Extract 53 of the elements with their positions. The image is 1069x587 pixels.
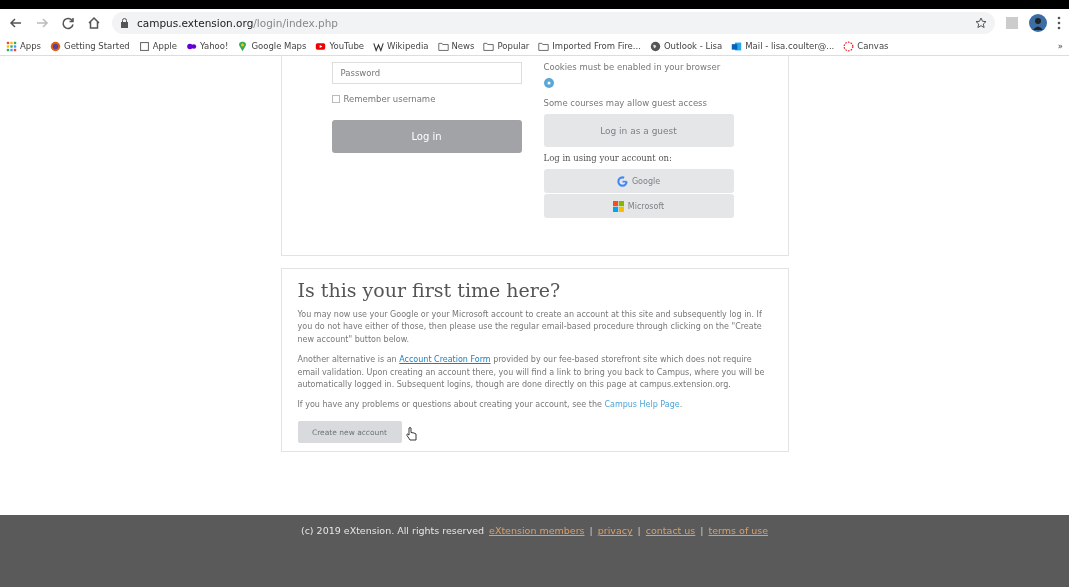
paragraph: You may now use your Google or your Microsoft account to create an account at this site and subsequently log in. If you do not have either of those, then please use the regular email-based procedure through clicking on the "Create new account" button below. — [297, 309, 763, 346]
bookmark-link[interactable]: Apps — [20, 41, 42, 51]
password-field[interactable]: Password — [331, 62, 522, 84]
bookmark-link[interactable]: News — [451, 41, 475, 51]
remember-label: Remember username — [343, 94, 436, 104]
four-squares-icon — [612, 200, 624, 212]
bookmarks-overflow[interactable]: » — [1057, 41, 1063, 51]
address-bar[interactable]: campus.extension.org/login/index.php — [112, 12, 995, 34]
bookmark-link[interactable]: Imported From Fire... — [552, 41, 641, 51]
star-icon[interactable] — [975, 17, 987, 29]
lock-icon — [120, 18, 129, 28]
help-icon[interactable] — [543, 78, 554, 88]
bookmark-link[interactable]: Google Maps — [251, 41, 307, 51]
bookmark-link[interactable]: Getting Started — [64, 41, 130, 51]
link-separator: | — [589, 525, 593, 538]
bookmark-link[interactable]: YouTube — [329, 41, 365, 51]
remember-checkbox[interactable] — [331, 95, 340, 103]
google-g-icon — [616, 175, 628, 187]
folder-icon — [437, 40, 449, 52]
folder-icon — [483, 40, 495, 52]
page-icon — [138, 40, 150, 52]
ring-logo-icon — [843, 40, 855, 52]
bookmark-link[interactable]: Apple — [152, 41, 177, 51]
bookmark-link[interactable]: Outlook - Lisa — [663, 41, 723, 51]
apps-grid-icon — [6, 40, 17, 52]
hand-cursor-icon — [405, 427, 417, 442]
folder-icon — [538, 40, 550, 52]
bookmark-link[interactable]: Canvas — [857, 41, 889, 51]
link-separator: | — [700, 525, 704, 538]
bookmark-link[interactable]: Wikipedia — [387, 41, 429, 51]
bookmark-link[interactable]: Popular — [497, 41, 530, 51]
paragraph: If you have any problems or questions about creating your account, see the Campus Help Page. — [297, 399, 684, 412]
map-pin-icon — [237, 40, 249, 52]
bookmark-link[interactable]: Yahoo! — [199, 41, 229, 51]
profile-avatar-icon[interactable] — [1029, 14, 1047, 32]
oauth-heading: Log in using your account on: — [543, 153, 673, 163]
copyright-text: (c) 2019 eXtension. All rights reserved — [300, 525, 485, 538]
browser-logo-icon — [50, 40, 62, 52]
globe-icon — [649, 40, 661, 52]
video-play-icon — [315, 40, 327, 52]
account-form-link[interactable]: Account Creation Form — [399, 355, 491, 365]
url-text: campus.extension.org/login/index.php — [137, 17, 338, 29]
menu-icon[interactable] — [1057, 16, 1061, 30]
guest-note: Some courses may allow guest access — [543, 98, 708, 108]
mail-app-icon — [731, 40, 743, 52]
cookies-note: Cookies must be enabled in your browser — [543, 62, 722, 72]
section-heading: Is this your first time here? — [297, 279, 562, 301]
w-logo-icon — [373, 40, 385, 52]
link-separator: | — [637, 525, 641, 538]
home-icon[interactable] — [86, 15, 102, 31]
paragraph: Another alternative is an Account Creation Form provided by our fee-based storefront site which does not require email validation. Upon creating an account there, you will find a link to bring you back to Campus, where you will be automatically logged in. Subsequent logins, though are done directly on this page at campus.extension.org. — [297, 354, 766, 391]
bookmark-link[interactable]: Mail - lisa.coulter@... — [745, 41, 835, 51]
reload-icon[interactable] — [60, 15, 76, 31]
